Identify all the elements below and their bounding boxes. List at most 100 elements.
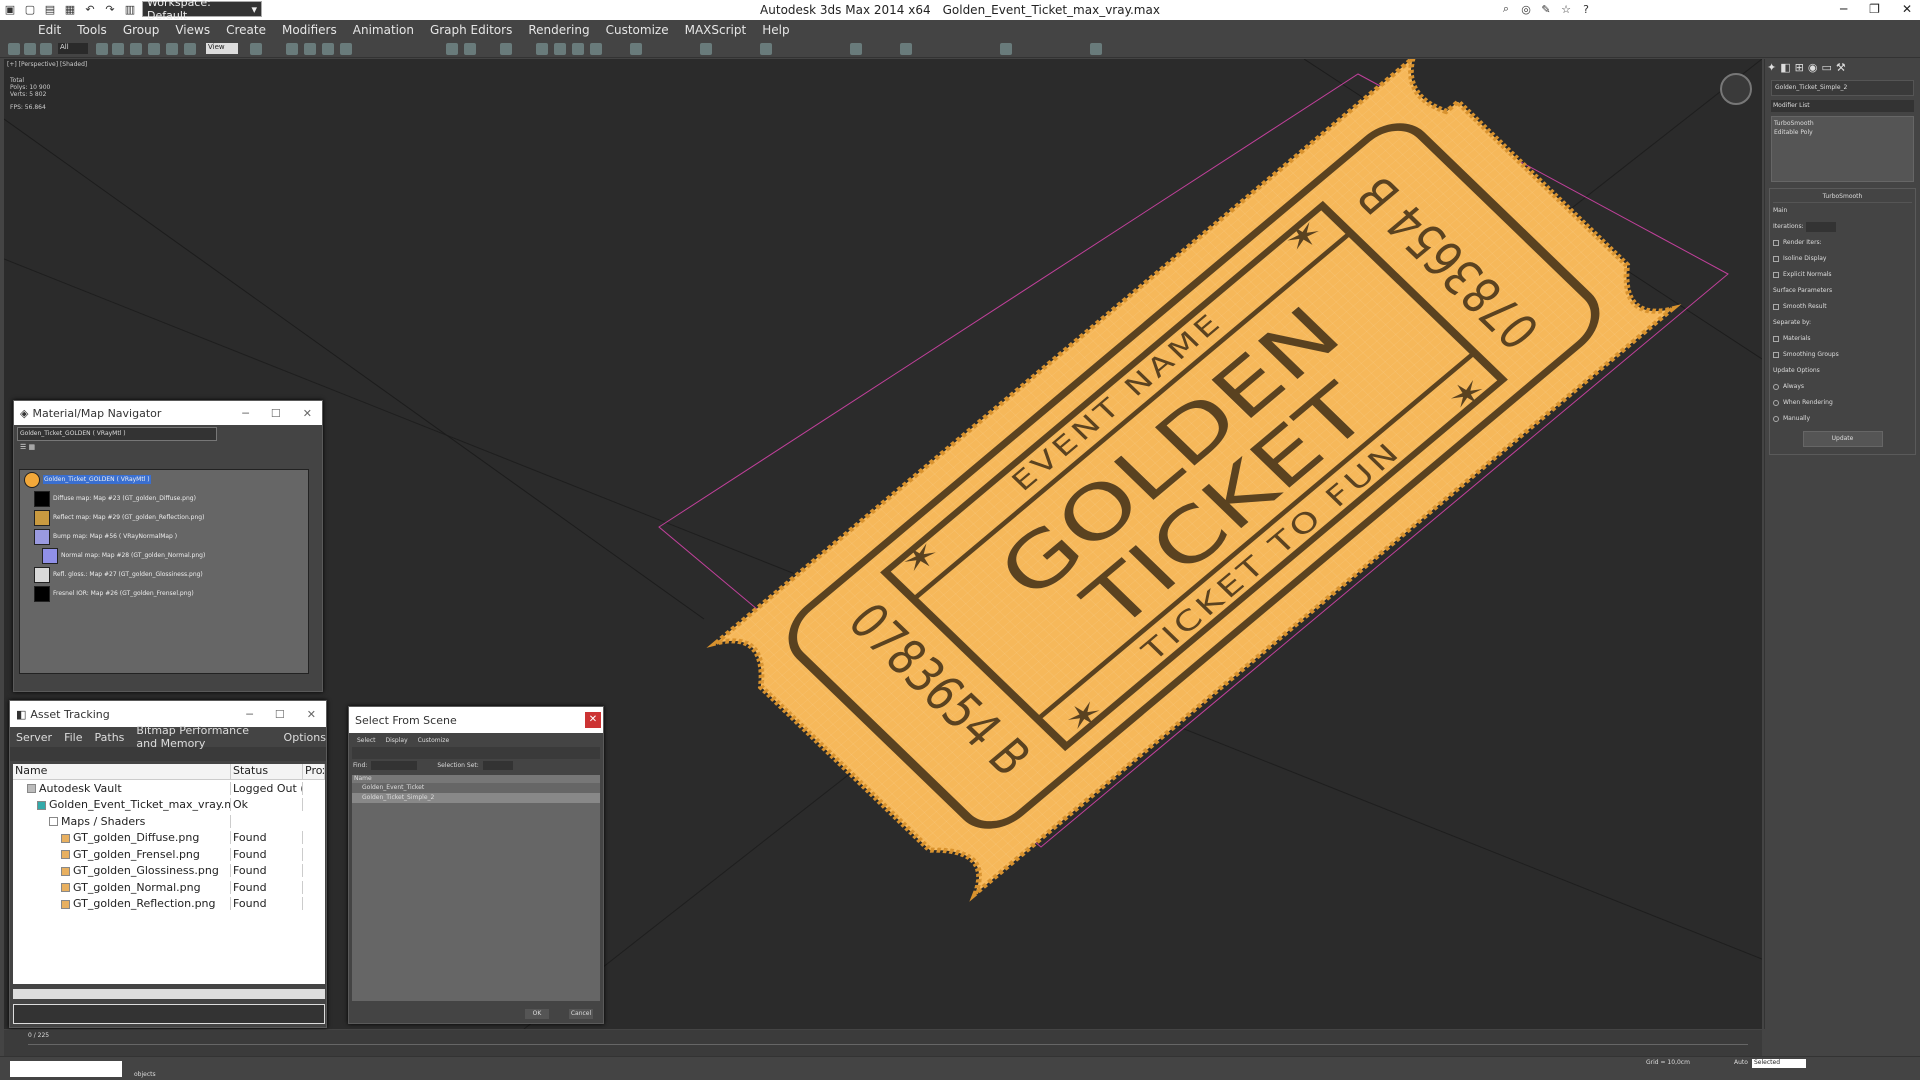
maximize-icon[interactable]: ☐ (275, 708, 285, 721)
table-row[interactable]: Maps / Shaders (13, 813, 325, 830)
utilities-tab-icon[interactable]: ⚒ (1836, 61, 1846, 74)
display-tab-icon[interactable]: ▭ (1821, 61, 1831, 74)
tree-item[interactable]: Fresnel IOR: Map #26 (GT_golden_Frensel.… (20, 584, 308, 603)
helper-icon[interactable] (1090, 43, 1102, 55)
table-row[interactable]: Autodesk VaultLogged Out (... (13, 780, 325, 797)
table-row[interactable]: GT_golden_Normal.png Found (13, 879, 325, 896)
search-icon[interactable]: ⌕ (1498, 1, 1514, 17)
select-icon[interactable] (96, 43, 108, 55)
menu-customize[interactable]: Customize (418, 737, 450, 744)
menu-modifiers[interactable]: Modifiers (274, 23, 345, 37)
render-iters-checkbox[interactable] (1773, 239, 1779, 246)
rect-select-icon[interactable] (130, 43, 142, 55)
light-icon[interactable] (850, 43, 862, 55)
horizontal-scrollbar[interactable] (13, 989, 325, 999)
material-name-field[interactable]: Golden_Ticket_GOLDEN ( VRayMtl ) (17, 427, 217, 441)
curve-editor-icon[interactable] (536, 43, 548, 55)
table-row[interactable]: Golden_Event_Ticket_max_vray.max Ok (13, 797, 325, 814)
track-bar[interactable] (28, 1044, 1748, 1045)
unlink-icon[interactable] (24, 43, 36, 55)
render-setup-icon[interactable] (590, 43, 602, 55)
menu-select[interactable]: Select (357, 737, 376, 744)
materials-checkbox[interactable] (1773, 335, 1779, 342)
smooth-result-checkbox[interactable] (1773, 303, 1779, 310)
tools-icon[interactable]: ✎ (1538, 1, 1554, 17)
menu-tools[interactable]: Tools (69, 23, 115, 37)
maximize-icon[interactable]: ☐ (271, 407, 281, 420)
star-icon[interactable]: ☆ (1558, 1, 1574, 17)
always-radio[interactable] (1773, 383, 1779, 390)
spinner-snap-icon[interactable] (340, 43, 352, 55)
close-icon[interactable]: ✕ (303, 407, 312, 420)
move-icon[interactable] (148, 43, 160, 55)
cancel-button[interactable]: Cancel (569, 1009, 593, 1019)
menu-rendering[interactable]: Rendering (520, 23, 597, 37)
bind-icon[interactable] (40, 43, 52, 55)
maximize-icon[interactable]: ❐ (1869, 2, 1880, 16)
rollout-title[interactable]: TurboSmooth (1773, 192, 1912, 203)
modifier-stack[interactable]: TurboSmooth Editable Poly (1771, 116, 1914, 182)
menu-views[interactable]: Views (167, 23, 218, 37)
time-slider[interactable]: 0 / 225 (28, 1032, 49, 1039)
menu-server[interactable]: Server (16, 731, 52, 744)
sphere-icon[interactable] (760, 43, 772, 55)
menu-edit[interactable]: Edit (30, 23, 69, 37)
table-row[interactable]: GT_golden_Frensel.png Found (13, 846, 325, 863)
modify-tab-icon[interactable]: ◧ (1780, 61, 1790, 74)
isoline-checkbox[interactable] (1773, 255, 1779, 262)
smoothing-groups-checkbox[interactable] (1773, 351, 1779, 358)
stack-item-editable-poly[interactable]: Editable Poly (1774, 128, 1911, 137)
find-input[interactable] (371, 760, 418, 770)
stack-item-turbosmooth[interactable]: TurboSmooth (1774, 119, 1911, 128)
menu-file[interactable]: File (64, 731, 82, 744)
close-icon[interactable]: ✕ (307, 708, 316, 721)
close-icon[interactable]: ✕ (1902, 2, 1912, 16)
tree-item[interactable]: Normal map: Map #28 (GT_golden_Normal.pn… (20, 546, 308, 565)
tree-item[interactable]: Bump map: Map #56 ( VRayNormalMap ) (20, 527, 308, 546)
timeline[interactable]: 0 / 225 (4, 1030, 1762, 1056)
layer-icon[interactable] (500, 43, 512, 55)
maxscript-listener[interactable] (10, 1061, 122, 1077)
link-icon[interactable] (8, 43, 20, 55)
material-editor-icon[interactable] (572, 43, 584, 55)
table-row[interactable]: GT_golden_Glossiness.png Found (13, 863, 325, 880)
hierarchy-tab-icon[interactable]: ⊞ (1795, 61, 1804, 74)
when-rendering-radio[interactable] (1773, 399, 1779, 406)
column-status[interactable]: Status (231, 764, 303, 779)
list-view-icon[interactable]: ☰ (20, 443, 26, 451)
render-icon[interactable] (630, 43, 642, 55)
column-proxy[interactable]: Prox (303, 764, 325, 779)
selection-set-dropdown[interactable] (482, 760, 513, 770)
table-row[interactable]: GT_golden_Reflection.png Found (13, 896, 325, 913)
minimize-icon[interactable]: ─ (242, 407, 249, 420)
manually-radio[interactable] (1773, 415, 1779, 422)
menu-graph-editors[interactable]: Graph Editors (422, 23, 520, 37)
asset-path-field[interactable] (13, 1004, 325, 1024)
scale-icon[interactable] (184, 43, 196, 55)
camera-icon[interactable] (900, 43, 912, 55)
menu-group[interactable]: Group (115, 23, 168, 37)
schematic-icon[interactable] (554, 43, 566, 55)
iterations-spinner[interactable] (1805, 221, 1836, 232)
asset-table[interactable]: Name Status Prox Autodesk VaultLogged Ou… (13, 764, 325, 984)
percent-snap-icon[interactable] (322, 43, 334, 55)
mirror-icon[interactable] (446, 43, 458, 55)
list-item[interactable]: Golden_Event_Ticket (352, 783, 600, 793)
create-tab-icon[interactable]: ✦ (1767, 61, 1776, 74)
menu-customize[interactable]: Customize (598, 23, 677, 37)
pivot-icon[interactable] (250, 43, 262, 55)
minimize-icon[interactable]: ─ (246, 708, 253, 721)
tree-item[interactable]: Diffuse map: Map #23 (GT_golden_Diffuse.… (20, 489, 308, 508)
vray-icon[interactable] (1000, 43, 1012, 55)
menu-help[interactable]: Help (754, 23, 797, 37)
minimize-icon[interactable]: ─ (1840, 2, 1847, 16)
viewport-label[interactable]: [+] [Perspective] [Shaded] (7, 61, 87, 68)
auto-key-button[interactable]: Auto (1734, 1059, 1748, 1066)
modifier-list-dropdown[interactable]: Modifier List (1771, 100, 1914, 112)
menu-animation[interactable]: Animation (345, 23, 422, 37)
update-button[interactable]: Update (1802, 431, 1883, 447)
menu-paths[interactable]: Paths (95, 731, 125, 744)
close-icon[interactable]: ✕ (585, 712, 601, 728)
thumbnail-view-icon[interactable]: ▦ (29, 443, 36, 451)
help-icon[interactable]: ? (1578, 1, 1594, 17)
